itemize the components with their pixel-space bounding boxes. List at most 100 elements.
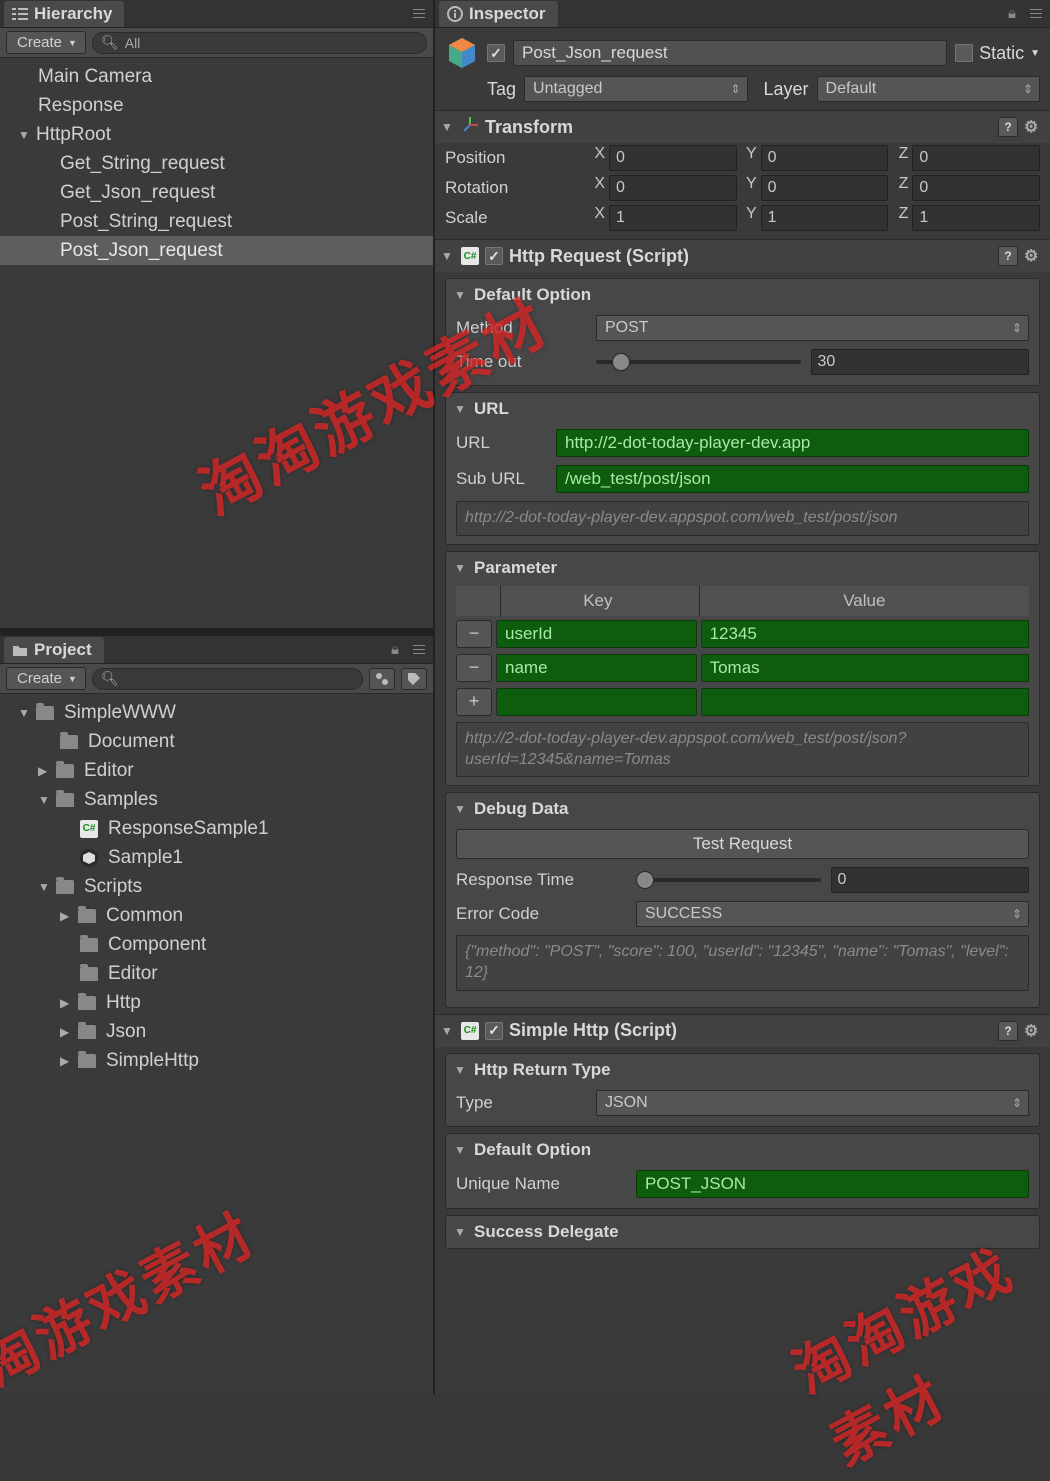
param-value-input[interactable]: 12345: [701, 620, 1029, 648]
chevron-down-icon[interactable]: ▼: [1030, 48, 1040, 59]
foldout-icon[interactable]: ▼: [18, 128, 30, 142]
response-time-input[interactable]: 0: [831, 867, 1030, 893]
panel-menu-icon[interactable]: [413, 645, 425, 654]
foldout-icon[interactable]: ▼: [454, 402, 466, 416]
lock-icon[interactable]: 🔒︎: [998, 5, 1026, 22]
panel-menu-icon[interactable]: [1030, 9, 1042, 18]
project-folder[interactable]: ▼SimpleWWW: [0, 698, 433, 727]
param-value-input[interactable]: [701, 688, 1029, 716]
foldout-icon[interactable]: ▼: [454, 1225, 466, 1239]
project-folder[interactable]: Component: [0, 930, 433, 959]
hierarchy-item[interactable]: Response: [0, 91, 433, 120]
foldout-icon[interactable]: ▼: [454, 1143, 466, 1157]
project-folder[interactable]: ▶Editor: [0, 756, 433, 785]
param-value-input[interactable]: Tomas: [701, 654, 1029, 682]
gear-icon[interactable]: ⚙: [1024, 1021, 1044, 1041]
hierarchy-search-input[interactable]: 🔍︎ All: [92, 32, 427, 54]
foldout-icon[interactable]: ▶: [60, 996, 72, 1010]
unique-name-input[interactable]: POST_JSON: [636, 1170, 1029, 1198]
filter-by-type-button[interactable]: [369, 668, 395, 690]
remove-param-button[interactable]: −: [456, 620, 492, 648]
pos-y-input[interactable]: 0: [761, 145, 889, 171]
foldout-icon[interactable]: ▼: [454, 1063, 466, 1077]
foldout-icon[interactable]: ▼: [18, 706, 30, 720]
project-tab[interactable]: Project: [4, 637, 104, 663]
project-folder[interactable]: Editor: [0, 959, 433, 988]
gameobject-name-input[interactable]: Post_Json_request: [513, 40, 947, 66]
method-dropdown[interactable]: POST: [596, 315, 1029, 341]
foldout-icon[interactable]: ▼: [441, 120, 453, 134]
project-asset[interactable]: C#ResponseSample1: [0, 814, 433, 843]
foldout-icon[interactable]: ▼: [441, 249, 453, 263]
foldout-icon[interactable]: ▼: [38, 880, 50, 894]
remove-param-button[interactable]: −: [456, 654, 492, 682]
project-create-button[interactable]: Create ▼: [6, 667, 86, 690]
pos-z-input[interactable]: 0: [912, 145, 1040, 171]
foldout-icon[interactable]: ▼: [454, 288, 466, 302]
key-header: Key: [500, 586, 695, 616]
gear-icon[interactable]: ⚙: [1024, 246, 1044, 266]
filter-by-label-button[interactable]: [401, 668, 427, 690]
foldout-icon[interactable]: ▶: [60, 1025, 72, 1039]
param-key-input[interactable]: [496, 688, 697, 716]
layer-dropdown[interactable]: Default: [817, 76, 1040, 102]
hierarchy-item[interactable]: Get_String_request: [0, 149, 433, 178]
project-search-input[interactable]: 🔍︎: [92, 668, 363, 690]
suburl-input[interactable]: /web_test/post/json: [556, 465, 1029, 493]
active-checkbox[interactable]: [487, 44, 505, 62]
panel-menu-icon[interactable]: [413, 9, 425, 18]
project-folder[interactable]: ▶Common: [0, 901, 433, 930]
error-code-dropdown[interactable]: SUCCESS: [636, 901, 1029, 927]
foldout-icon[interactable]: ▶: [60, 909, 72, 923]
test-request-button[interactable]: Test Request: [456, 829, 1029, 859]
rot-y-input[interactable]: 0: [761, 175, 889, 201]
tag-dropdown[interactable]: Untagged: [524, 76, 747, 102]
project-folder[interactable]: ▼Samples: [0, 785, 433, 814]
project-folder[interactable]: ▶SimpleHttp: [0, 1046, 433, 1075]
scale-y-input[interactable]: 1: [761, 205, 889, 231]
component-enable-checkbox[interactable]: [485, 1022, 503, 1040]
project-folder[interactable]: ▶Http: [0, 988, 433, 1017]
type-dropdown[interactable]: JSON: [596, 1090, 1029, 1116]
project-folder[interactable]: Document: [0, 727, 433, 756]
rot-z-input[interactable]: 0: [912, 175, 1040, 201]
foldout-icon[interactable]: ▼: [454, 561, 466, 575]
hierarchy-item-selected[interactable]: Post_Json_request: [0, 236, 433, 265]
param-key-input[interactable]: userId: [496, 620, 697, 648]
timeout-slider[interactable]: [596, 360, 801, 364]
timeout-input[interactable]: 30: [811, 349, 1030, 375]
help-button[interactable]: ?: [998, 246, 1018, 266]
add-param-button[interactable]: +: [456, 688, 492, 716]
hierarchy-item-httproot[interactable]: ▼HttpRoot: [0, 120, 433, 149]
scale-x-input[interactable]: 1: [609, 205, 737, 231]
foldout-icon[interactable]: ▼: [38, 793, 50, 807]
help-button[interactable]: ?: [998, 1021, 1018, 1041]
static-checkbox[interactable]: [955, 44, 973, 62]
project-folder[interactable]: ▼Scripts: [0, 872, 433, 901]
scale-z-input[interactable]: 1: [912, 205, 1040, 231]
foldout-icon[interactable]: ▼: [454, 802, 466, 816]
param-key-input[interactable]: name: [496, 654, 697, 682]
hierarchy-tab[interactable]: Hierarchy: [4, 1, 124, 27]
project-folder[interactable]: ▶Json: [0, 1017, 433, 1046]
foldout-icon[interactable]: ▶: [38, 764, 50, 778]
foldout-icon[interactable]: ▼: [441, 1024, 453, 1038]
hierarchy-item[interactable]: Post_String_request: [0, 207, 433, 236]
help-button[interactable]: ?: [998, 117, 1018, 137]
hierarchy-create-button[interactable]: Create ▼: [6, 31, 86, 54]
folder-icon: [80, 967, 98, 981]
response-time-slider[interactable]: [636, 878, 821, 882]
project-asset[interactable]: Sample1: [0, 843, 433, 872]
url-input[interactable]: http://2-dot-today-player-dev.app: [556, 429, 1029, 457]
inspector-tab[interactable]: Inspector: [439, 1, 558, 27]
pos-x-input[interactable]: 0: [609, 145, 737, 171]
panel-resize-handle[interactable]: [0, 628, 433, 636]
lock-icon[interactable]: 🔒︎: [381, 641, 409, 658]
gear-icon[interactable]: ⚙: [1024, 117, 1044, 137]
hierarchy-item[interactable]: Main Camera: [0, 62, 433, 91]
component-enable-checkbox[interactable]: [485, 247, 503, 265]
rot-x-input[interactable]: 0: [609, 175, 737, 201]
foldout-icon[interactable]: ▶: [60, 1054, 72, 1068]
folder-icon: [56, 880, 74, 894]
hierarchy-item[interactable]: Get_Json_request: [0, 178, 433, 207]
